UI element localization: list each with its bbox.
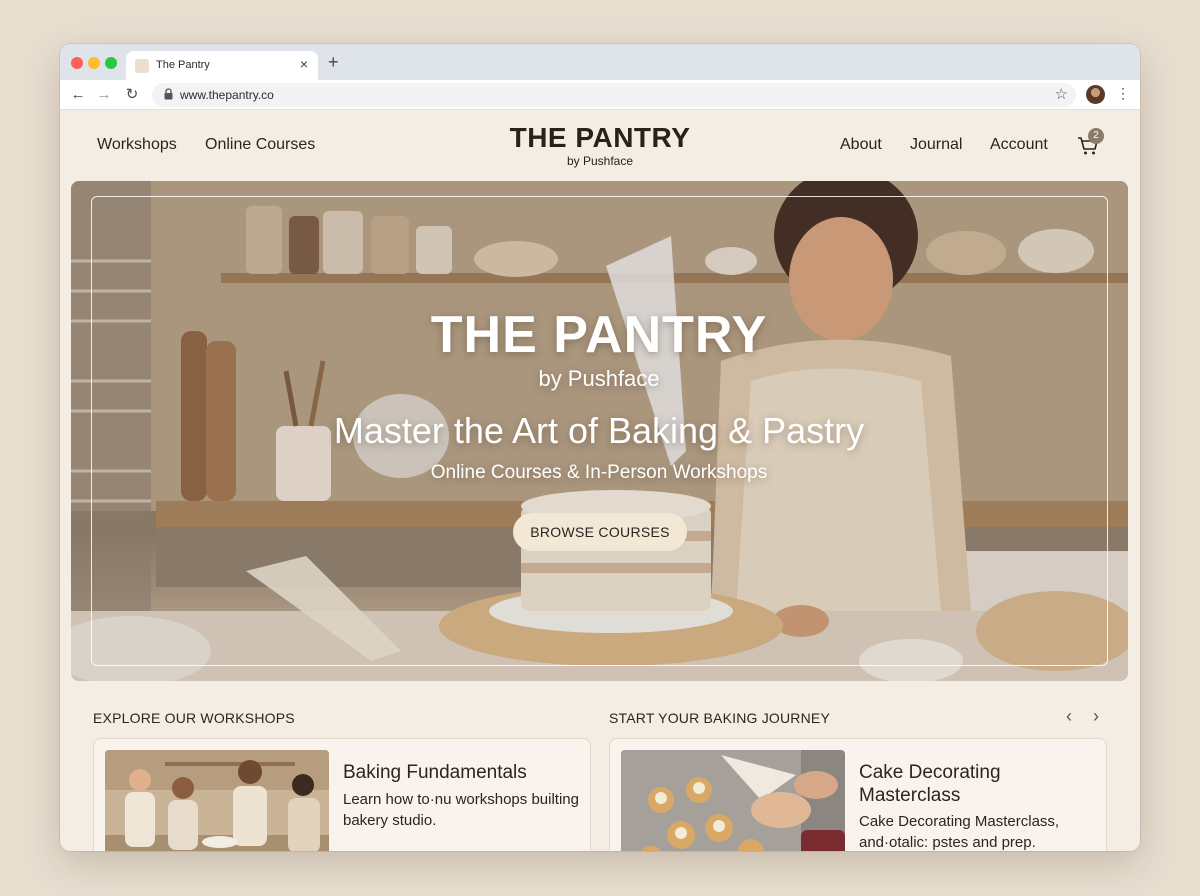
url-text: www.thepantry.co (180, 88, 274, 102)
back-icon[interactable]: ← (68, 85, 88, 105)
nav-online-courses[interactable]: Online Courses (205, 136, 315, 154)
workshop-image (105, 750, 329, 851)
brand-name: THE PANTRY (509, 122, 691, 153)
close-window-button[interactable] (71, 57, 83, 69)
minimize-window-button[interactable] (88, 57, 100, 69)
nav-journal[interactable]: Journal (910, 136, 962, 154)
workshop-card-description: Learn how to·nu workshops builting baker… (343, 791, 579, 829)
hero-headline: Master the Art of Baking & Pastry (333, 410, 865, 451)
tab-strip: The Pantry × + (60, 44, 1140, 80)
hero-subheadline: Online Courses & In-Person Workshops (430, 462, 768, 483)
hero-title: THE PANTRY (430, 306, 768, 364)
tab-title: The Pantry (156, 59, 210, 71)
cart-count-badge: 2 (1088, 128, 1104, 144)
nav-workshops[interactable]: Workshops (97, 136, 177, 154)
workshops-section-title: EXPLORE OUR WORKSHOPS (93, 710, 295, 726)
brand-sub: by Pushface (566, 154, 634, 168)
course-thumbnail (621, 750, 845, 851)
carousel-prev-icon[interactable]: ‹ (1066, 706, 1072, 727)
course-image (621, 750, 845, 851)
workshop-card-title: Baking Fundamentals (343, 762, 527, 783)
browser-toolbar: ← → ↻ www.thepantry.co ☆ ⋮ (60, 80, 1140, 110)
favicon-icon (135, 59, 149, 73)
browser-tab[interactable]: The Pantry × (126, 51, 318, 80)
maximize-window-button[interactable] (105, 57, 117, 69)
forward-icon[interactable]: → (94, 85, 114, 105)
menu-icon[interactable]: ⋮ (1116, 85, 1130, 102)
hero-banner: THE PANTRY by Pushface Master the Art of… (71, 181, 1128, 681)
profile-avatar[interactable] (1086, 85, 1105, 104)
carousel-next-icon[interactable]: › (1093, 706, 1099, 727)
browse-courses-button[interactable]: BROWSE COURSES (513, 513, 687, 551)
browser-window: The Pantry × + ← → ↻ www.thepantry.co ☆ … (60, 44, 1140, 851)
course-card-description: Cake Decorating Masterclass, and·otalic:… (859, 813, 1060, 851)
reload-icon[interactable]: ↻ (122, 85, 142, 105)
site-logo[interactable]: THE PANTRY by Pushface (440, 122, 760, 168)
course-card-title: Cake Decorating Masterclass (859, 762, 1001, 806)
address-bar[interactable]: www.thepantry.co ☆ (152, 83, 1076, 107)
close-tab-icon[interactable]: × (300, 57, 308, 71)
workshop-thumbnail (105, 750, 329, 851)
site-header: Workshops Online Courses THE PANTRY by P… (60, 110, 1140, 181)
hero-byline: by Pushface (538, 366, 660, 391)
nav-about[interactable]: About (840, 136, 882, 154)
hero-text: THE PANTRY by Pushface Master the Art of… (299, 306, 899, 484)
nav-account[interactable]: Account (990, 136, 1048, 154)
journey-section-title: START YOUR BAKING JOURNEY (609, 710, 831, 726)
new-tab-icon[interactable]: + (328, 53, 339, 71)
star-icon[interactable]: ☆ (1055, 85, 1068, 103)
lock-icon (164, 88, 173, 100)
workshop-card[interactable]: Baking Fundamentals Learn how to·nu work… (93, 738, 591, 851)
course-card[interactable]: Cake Decorating Masterclass Cake Decorat… (609, 738, 1107, 851)
